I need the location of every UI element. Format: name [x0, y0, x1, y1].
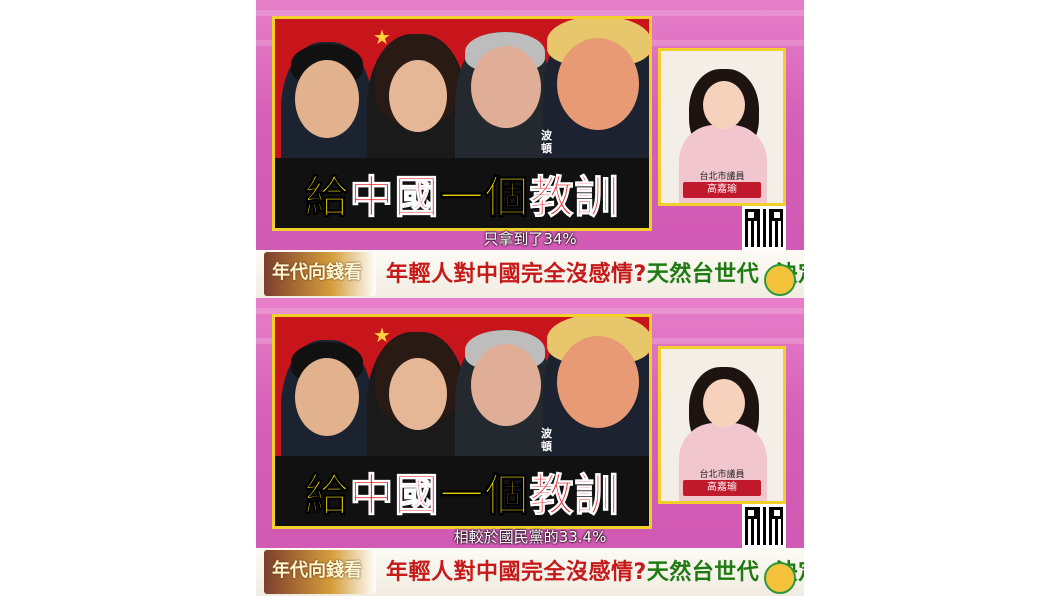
- headline-image-panel: ★ 波頓 給中國 一個 教訓: [272, 16, 652, 231]
- program-logo: 年代向錢看: [264, 252, 376, 296]
- program-logo: 年代向錢看: [264, 550, 376, 594]
- ticker-line-1: 年輕人對中國完全沒感情?: [386, 560, 647, 585]
- ticker-bar: 年代向錢看 年輕人對中國完全沒感情?天然台世代 決定台灣未來?: [256, 548, 804, 596]
- ticker-line-2: 天然台世代: [646, 262, 760, 287]
- name-tag: 波頓: [541, 129, 552, 155]
- headline-part: 給: [304, 470, 350, 522]
- headline-part: 教訓: [529, 470, 620, 522]
- guest-face: [703, 379, 745, 427]
- name-tag: 波頓: [541, 427, 552, 453]
- headline-part: 給: [304, 172, 350, 224]
- subtitle: 只拿到了34%: [483, 230, 577, 248]
- headline-banner: 給中國 一個 教訓: [275, 158, 649, 228]
- headline-part: 中國: [349, 172, 440, 224]
- guest-inset: 台北市議員 高嘉瑜: [658, 48, 786, 206]
- video-frame-top: ★ 波頓 給中國 一個 教訓 台北市議員 高嘉瑜 只拿到了34% 年代向錢看 年…: [256, 0, 804, 298]
- guest-inset: 台北市議員 高嘉瑜: [658, 346, 786, 504]
- channel-badge-icon: [764, 264, 796, 296]
- headline-part: 教訓: [529, 172, 620, 224]
- guest-name: 高嘉瑜: [683, 480, 761, 496]
- ticker-bar: 年代向錢看 年輕人對中國完全沒感情?天然台世代 決定台灣未來?: [256, 250, 804, 298]
- ticker-line-1: 年輕人對中國完全沒感情?: [386, 262, 647, 287]
- guest-title: 台北市議員: [699, 172, 745, 182]
- guest-name: 高嘉瑜: [683, 182, 761, 198]
- subtitle: 相較於國民黨的33.4%: [453, 528, 607, 546]
- headline-banner: 給中國 一個 教訓: [275, 456, 649, 526]
- channel-badge-icon: [764, 562, 796, 594]
- program-logo-text: 年代向錢看: [272, 262, 362, 283]
- headline-image-panel: ★ 波頓 給中國 一個 教訓: [272, 314, 652, 529]
- video-frame-bottom: ★ 波頓 給中國 一個 教訓 台北市議員 高嘉瑜 相較於國民黨的33.4% 年代…: [256, 298, 804, 596]
- guest-face: [703, 81, 745, 129]
- headline-part: 一個: [439, 172, 530, 224]
- headline-part: 中國: [349, 470, 440, 522]
- ticker-line-2: 天然台世代: [646, 560, 760, 585]
- guest-title: 台北市議員: [699, 470, 745, 480]
- ticker-text: 年輕人對中國完全沒感情?天然台世代 決定台灣未來?: [386, 554, 804, 586]
- headline-part: 一個: [439, 470, 530, 522]
- program-logo-text: 年代向錢看: [272, 560, 362, 581]
- ticker-text: 年輕人對中國完全沒感情?天然台世代 決定台灣未來?: [386, 256, 804, 288]
